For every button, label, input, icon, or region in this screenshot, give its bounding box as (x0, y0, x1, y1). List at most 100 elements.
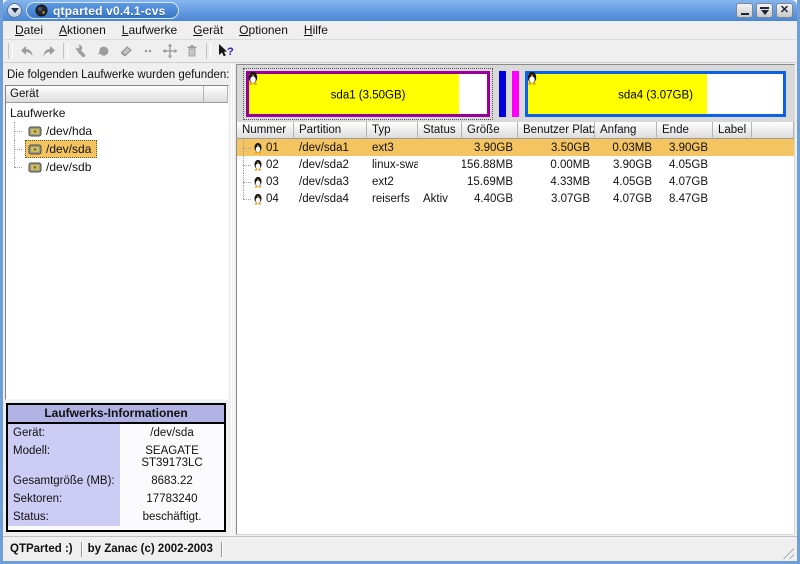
disk-icon (28, 143, 42, 155)
column-partition[interactable]: Partition (294, 122, 367, 139)
close-icon: ✕ (780, 5, 789, 16)
partition-bar-sda4[interactable]: sda4 (3.07GB) (525, 71, 786, 117)
delete-button[interactable] (182, 41, 202, 61)
redo-button[interactable] (39, 41, 59, 61)
info-label-status: Status: (8, 508, 120, 526)
cell-groesse: 3.90GB (462, 139, 518, 156)
menu-aktionen[interactable]: Aktionen (51, 22, 114, 38)
whats-this-icon: ? (217, 43, 234, 59)
redo-icon (41, 43, 57, 59)
window-menu-button[interactable] (7, 3, 22, 18)
partition-bar-sda1[interactable]: sda1 (3.50GB) (246, 71, 490, 117)
menu-optionen[interactable]: Optionen (231, 22, 296, 38)
column-nummer[interactable]: Nummer (237, 122, 294, 139)
drive-info-panel: Laufwerks-Informationen Gerät: /dev/sda … (6, 403, 226, 532)
resize-grip[interactable] (780, 545, 794, 559)
eraser-button[interactable] (116, 41, 136, 61)
property-button[interactable] (72, 41, 92, 61)
statusbar-divider (81, 542, 83, 557)
tux-icon (526, 70, 538, 85)
titlebar[interactable]: qtparted v0.4.1-cvs ✕ (3, 0, 797, 21)
move-icon (162, 43, 178, 59)
table-row-sda3[interactable]: 03 /dev/sda3 ext2 15.69MB 4.33MB 4.05GB … (237, 173, 794, 190)
statusbar-credit-text: by Zanac (c) 2002-2003 (84, 542, 220, 556)
maximize-button[interactable] (756, 3, 773, 18)
cell-groesse: 15.69MB (462, 173, 518, 190)
window-title: qtparted v0.4.1-cvs (53, 4, 166, 18)
column-anfang[interactable]: Anfang (595, 122, 657, 139)
menu-geraet[interactable]: Gerät (185, 22, 231, 38)
selected-device[interactable]: /dev/sda (25, 140, 97, 158)
cell-typ: ext2 (367, 173, 418, 190)
resize-button[interactable] (138, 41, 158, 61)
disk-icon (28, 161, 42, 173)
column-label[interactable]: Label (713, 122, 752, 139)
partition-bar-sda3[interactable] (512, 71, 519, 117)
column-groesse[interactable]: Größe (462, 122, 518, 139)
tree-item-dev-sdb[interactable]: /dev/sdb (6, 158, 228, 176)
tree-root[interactable]: Laufwerke (6, 104, 228, 122)
window-controls: ✕ (736, 3, 793, 18)
cell-status: Aktiv (418, 190, 462, 207)
column-ende[interactable]: Ende (657, 122, 713, 139)
column-geraet[interactable]: Gerät (6, 86, 204, 103)
move-button[interactable] (160, 41, 180, 61)
column-typ[interactable]: Typ (367, 122, 418, 139)
whats-this-button[interactable]: ? (215, 41, 235, 61)
minimize-button[interactable] (736, 3, 753, 18)
info-value-sektoren: 17783240 (120, 490, 224, 508)
tree-branch (240, 156, 250, 173)
svg-text:?: ? (227, 46, 234, 58)
menu-hilfe[interactable]: Hilfe (296, 22, 336, 38)
column-benutzer-platz[interactable]: Benutzer Platz (518, 122, 595, 139)
close-button[interactable]: ✕ (776, 3, 793, 18)
tux-icon (253, 158, 263, 171)
cell-ende: 4.07GB (657, 173, 713, 190)
tree-item-dev-hda[interactable]: /dev/hda (6, 122, 228, 140)
cell-ende: 3.90GB (657, 139, 713, 156)
cell-partition: /dev/sda2 (294, 156, 367, 173)
table-row-sda1[interactable]: 01 /dev/sda1 ext3 3.90GB 3.50GB 0.03MB 3… (237, 139, 794, 156)
cell-label (713, 139, 752, 156)
cell-filler (752, 190, 794, 207)
tux-icon (253, 192, 263, 205)
cell-status (418, 156, 462, 173)
eraser-icon (118, 43, 134, 59)
format-button[interactable] (94, 41, 114, 61)
statusbar-divider (221, 542, 223, 557)
menu-laufwerke[interactable]: Laufwerke (114, 22, 185, 38)
cell-filler (752, 173, 794, 190)
table-row-sda2[interactable]: 02 /dev/sda2 linux-swap 156.88MB 0.00MB … (237, 156, 794, 173)
tux-icon (253, 175, 263, 188)
trash-icon (184, 43, 200, 59)
undo-button[interactable] (17, 41, 37, 61)
tree-item-dev-sda[interactable]: /dev/sda (6, 140, 228, 158)
tux-icon (253, 141, 263, 154)
cell-status (418, 173, 462, 190)
device-tree[interactable]: Gerät Laufwerke (5, 85, 229, 400)
panel-splitter[interactable] (229, 63, 236, 536)
info-label-geraet: Gerät: (8, 424, 120, 442)
column-empty[interactable] (204, 86, 228, 103)
maximize-icon (760, 7, 769, 15)
tree-branch (240, 190, 250, 207)
partition-bar-sda2[interactable] (499, 71, 506, 117)
cell-anfang: 4.05GB (595, 173, 657, 190)
partition-panel: sda1 (3.50GB) sda4 (3.07GB) (236, 64, 795, 535)
column-status[interactable]: Status (418, 122, 462, 139)
statusbar: QTParted :) by Zanac (c) 2002-2003 (3, 536, 797, 561)
menubar: Datei Aktionen Laufwerke Gerät Optionen … (3, 21, 797, 40)
info-label-sektoren: Sektoren: (8, 490, 120, 508)
cell-partition: /dev/sda4 (294, 190, 367, 207)
drive-info-title: Laufwerks-Informationen (8, 405, 224, 424)
menu-datei[interactable]: Datei (7, 22, 51, 38)
partition-bar-label: sda1 (3.50GB) (249, 89, 487, 101)
toolbar-separator (8, 43, 13, 59)
toolbar: ? (3, 40, 797, 63)
partition-bar-label: sda4 (3.07GB) (528, 89, 783, 101)
cell-benutzer-platz: 0.00MB (518, 156, 595, 173)
device-tree-header[interactable]: Gerät (6, 86, 228, 103)
cell-anfang: 0.03MB (595, 139, 657, 156)
table-row-sda4[interactable]: 04 /dev/sda4 reiserfs Aktiv 4.40GB 3.07G… (237, 190, 794, 207)
cell-partition: /dev/sda3 (294, 173, 367, 190)
